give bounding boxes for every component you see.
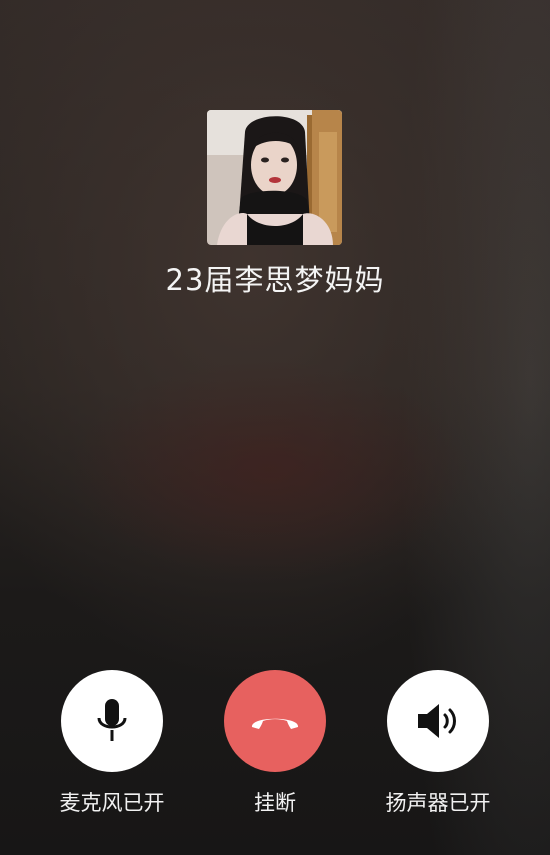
hang-up-label: 挂断 [254, 791, 296, 815]
speaker-icon [418, 704, 456, 738]
speaker-button[interactable] [387, 670, 489, 772]
caller-avatar [207, 110, 342, 245]
microphone-control: 麦克风已开 [27, 670, 197, 818]
caller-photo [207, 110, 342, 245]
microphone-button[interactable] [61, 670, 163, 772]
microphone-icon [97, 699, 127, 741]
speaker-label: 扬声器已开 [385, 791, 491, 815]
hang-up-phone-icon [251, 718, 299, 729]
hang-up-control: 挂断 [190, 670, 360, 818]
hang-up-button[interactable] [224, 670, 326, 772]
caller-name: 23届李思梦妈妈 [165, 263, 385, 297]
microphone-label: 麦克风已开 [59, 791, 165, 815]
speaker-control: 扬声器已开 [353, 670, 523, 818]
